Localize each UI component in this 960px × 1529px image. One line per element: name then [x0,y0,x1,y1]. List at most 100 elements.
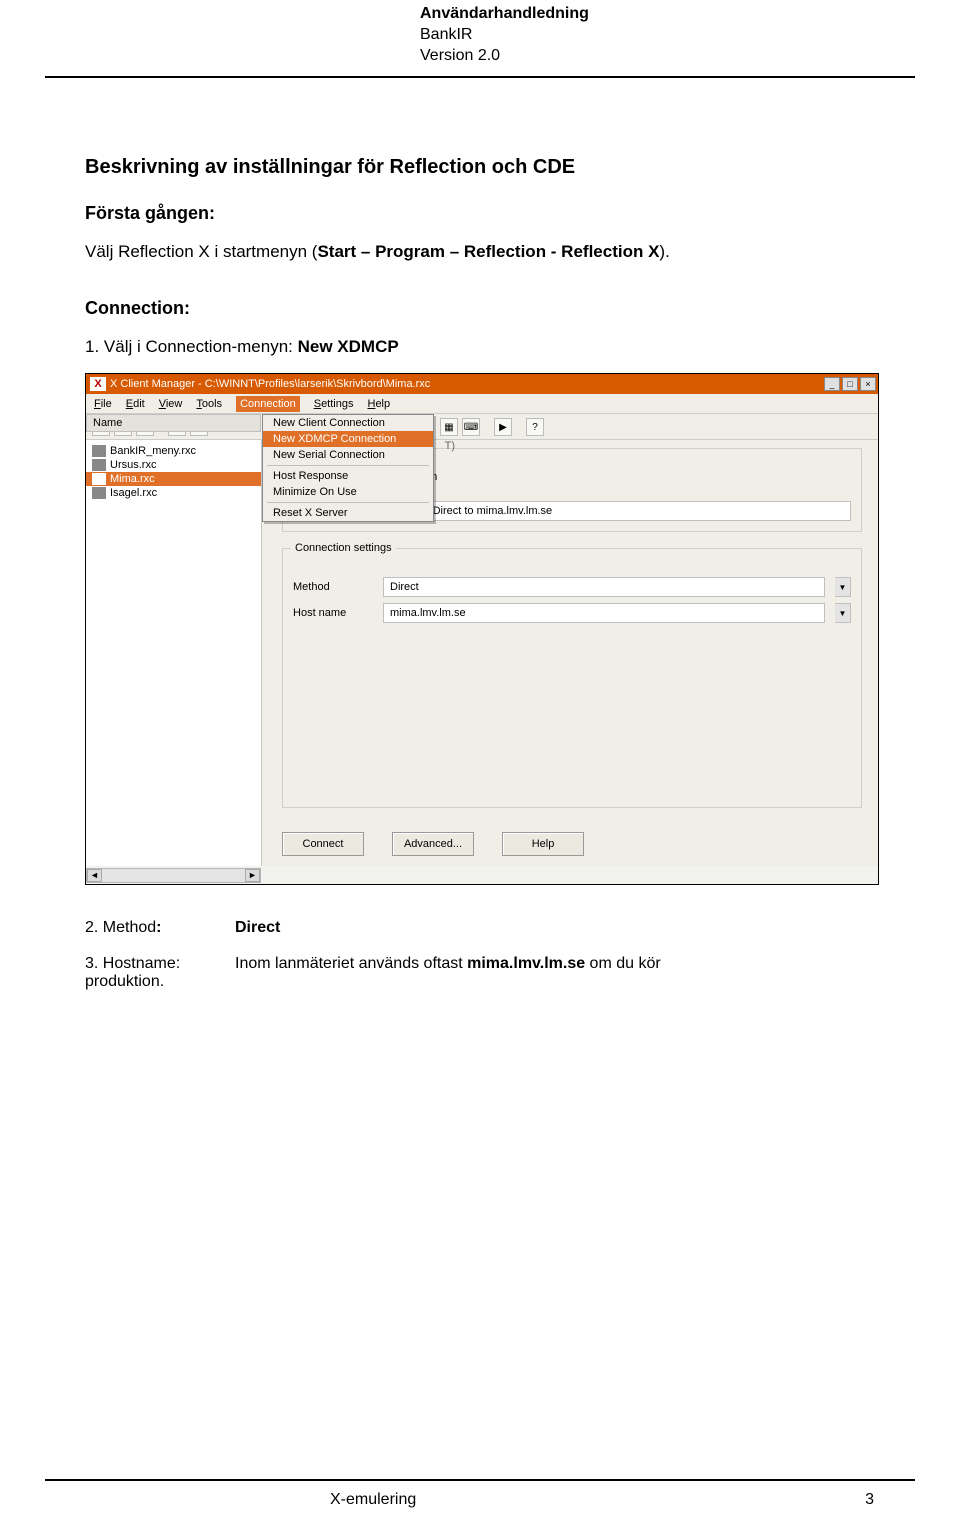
header-rule [45,76,915,78]
close-button[interactable]: × [860,377,876,391]
method-value: Direct [390,581,419,593]
doc-product: BankIR [420,25,589,46]
hostname-label: Host name [293,607,373,619]
window-titlebar[interactable]: X X Client Manager - C:\WINNT\Profiles\l… [86,374,878,394]
connection-label: Connection: [85,298,885,319]
list-item[interactable]: Isagel.rxc [86,486,261,500]
title-path: C:\WINNT\Profiles\larserik\Skrivbord\Mim… [205,378,431,390]
list-item[interactable]: BankIR_meny.rxc [86,444,261,458]
window-controls: _ □ × [824,377,876,391]
menubar: File Edit View Tools Connection Settings… [86,394,878,414]
ft-prefix: Välj [85,242,118,261]
menu-edit[interactable]: Edit [126,398,145,410]
horizontal-scrollbar[interactable]: ◄ ► [86,868,261,883]
method-label: Method [293,581,373,593]
menu-separator [267,502,429,503]
chevron-down-icon[interactable]: ▼ [835,577,851,597]
list-item-selected[interactable]: Mima.rxc [86,472,261,486]
doc-version: Version 2.0 [420,46,589,67]
group-title: Connection settings [291,542,396,554]
step3-suffix: om du kör [585,955,661,972]
chevron-down-icon[interactable]: ▼ [835,603,851,623]
menu-separator [267,465,429,466]
step3-label-line2: produktion. [85,973,205,991]
list-item-label: BankIR_meny.rxc [110,445,196,457]
maximize-button[interactable]: □ [842,377,858,391]
description-input[interactable]: XDMCP Direct to mima.lmv.lm.se [383,501,851,521]
connect-button[interactable]: Connect [282,832,364,856]
left-panel: Name BankIR_meny.rxc Ursus.rxc Mima.rxc [86,440,262,866]
group-connection-settings: Connection settings Method Direct ▼ Host… [282,548,862,808]
section-heading: Beskrivning av inställningar för Reflect… [85,156,885,179]
scroll-right-icon[interactable]: ► [245,869,260,882]
step1-bold: New XDMCP [298,337,399,356]
list-item-label: Mima.rxc [110,473,155,485]
app-window: X X Client Manager - C:\WINNT\Profiles\l… [85,373,879,885]
menu-help[interactable]: Help [367,398,390,410]
footer-rule [45,1479,915,1481]
step3-bold: mima.lmv.lm.se [467,955,585,972]
menu-item-minimize[interactable]: Minimize On Use [263,484,433,500]
scroll-left-icon[interactable]: ◄ [87,869,102,882]
step3-label-line1: 3. Hostname: [85,955,205,973]
page-number: 3 [865,1491,874,1509]
menu-tools[interactable]: Tools [196,398,222,410]
steps-below: 2. Method: Direct 3. Hostname: produktio… [85,919,885,991]
step3-text: Inom lanmäteriet används oftast mima.lmv… [235,955,661,991]
ft-bold: Start – Program – Reflection - Reflectio… [317,242,659,261]
app-icon: X [90,377,106,391]
connection-icon [92,459,106,471]
ft-suffix: ). [659,242,669,261]
window-body: Name BankIR_meny.rxc Ursus.rxc Mima.rxc [86,440,878,866]
title-prefix: X Client Manager - [110,378,205,390]
first-time-paragraph: Välj Reflection X i startmenyn (Start – … [85,242,885,262]
window-title: X Client Manager - C:\WINNT\Profiles\lar… [110,378,824,390]
menu-item-new-xdmcp[interactable]: New XDMCP Connection [263,431,433,447]
hostname-value: mima.lmv.lm.se [390,607,466,619]
step2-label: 2. Method: [85,919,205,937]
menu-view[interactable]: View [159,398,183,410]
connection-icon [92,487,106,499]
menu-settings[interactable]: Settings [314,398,354,410]
method-combo[interactable]: Direct [383,577,825,597]
help-icon[interactable]: ? [526,418,544,436]
menu-item-new-serial[interactable]: New Serial Connection [263,447,433,463]
footer-section: X-emulering [330,1491,416,1509]
main-content: Beskrivning av inställningar för Reflect… [85,156,885,991]
ft-em: Reflection X [118,242,210,261]
advanced-button[interactable]: Advanced... [392,832,474,856]
toolbar-right-icons: ▦ ⌨ ▶ ? [440,418,544,436]
list-item[interactable]: Ursus.rxc [86,458,261,472]
menu-item-host-response[interactable]: Host Response [263,468,433,484]
menu-item-new-client[interactable]: New Client Connection [263,415,433,431]
menu-connection[interactable]: Connection [236,396,300,412]
step3-label: 3. Hostname: produktion. [85,955,205,991]
step2-value: Direct [235,919,280,937]
button-row: Connect Advanced... Help [282,832,584,856]
step-2: 2. Method: Direct [85,919,885,937]
step-3: 3. Hostname: produktion. Inom lanmäterie… [85,955,885,991]
step3-prefix: Inom lanmäteriet används oftast [235,955,467,972]
step1-prefix: 1. Välj i Connection-menyn: [85,337,298,356]
left-col-header[interactable]: Name [86,414,261,432]
page-footer: X-emulering 3 [0,1491,960,1509]
doc-title: Användarhandledning [420,4,589,25]
grid-icon[interactable]: ▦ [440,418,458,436]
menu-item-reset[interactable]: Reset X Server [263,505,433,521]
run-icon[interactable]: ▶ [494,418,512,436]
connection-icon [92,445,106,457]
hostname-combo[interactable]: mima.lmv.lm.se [383,603,825,623]
help-button[interactable]: Help [502,832,584,856]
list-item-label: Isagel.rxc [110,487,157,499]
step-1: 1. Välj i Connection-menyn: New XDMCP [85,337,885,357]
connection-menu-dropdown: New Client Connection New XDMCP Connecti… [262,414,434,522]
page-header: Användarhandledning BankIR Version 2.0 [420,4,589,66]
menu-file[interactable]: File [94,398,112,410]
list-item-label: Ursus.rxc [110,459,156,471]
keyboard-icon[interactable]: ⌨ [462,418,480,436]
column-peek: T) [445,440,455,452]
connection-icon [92,473,106,485]
minimize-button[interactable]: _ [824,377,840,391]
first-time-label: Första gången: [85,203,885,224]
ft-mid: i startmenyn ( [210,242,318,261]
